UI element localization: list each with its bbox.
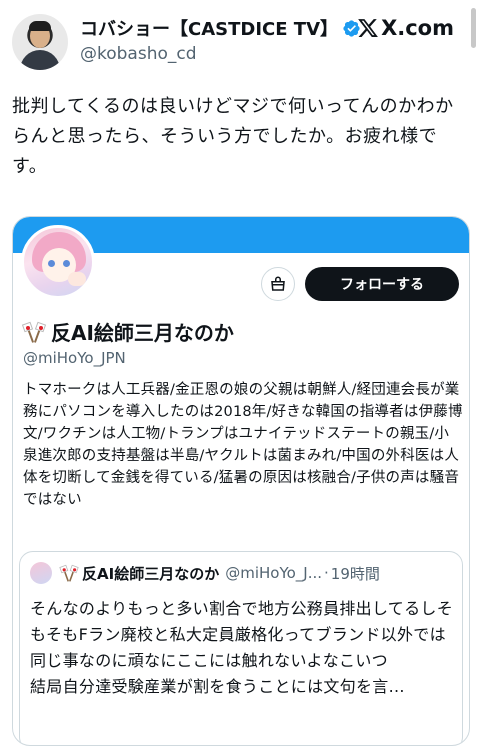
quoted-text: そんなのよりもっと多い割合で地方公務員排出してるしそもそもFラン廃校と私大定員厳… [30, 599, 454, 696]
follow-button[interactable]: フォローする [305, 267, 459, 301]
profile-handle[interactable]: @miHoYo_JPN [23, 349, 126, 367]
profile-name[interactable]: 反AI絵師三月なのか [51, 317, 234, 346]
shop-button[interactable] [261, 267, 295, 301]
japan-flags-icon [21, 321, 47, 343]
profile-name-row: 反AI絵師三月なのか [21, 317, 234, 346]
x-com-label: X.com [381, 16, 454, 40]
author-handle[interactable]: @kobasho_cd [80, 44, 197, 64]
shop-icon [271, 276, 285, 291]
quoted-post[interactable]: 反AI絵師三月なのか @miHoYo_J... · 19時間 そんなのよりもっと… [19, 551, 463, 745]
quoted-post-header: 反AI絵師三月なのか @miHoYo_J... · 19時間 [30, 562, 456, 584]
x-logo-icon [358, 19, 378, 37]
quoted-name[interactable]: 反AI絵師三月なのか [82, 563, 219, 584]
author-avatar[interactable] [12, 14, 68, 70]
x-com-badge[interactable]: X.com [357, 16, 454, 40]
quoted-handle[interactable]: @miHoYo_J... [225, 564, 322, 582]
author-display-name[interactable]: コバショー【CASTDICE TV】 [80, 15, 338, 41]
quoted-avatar[interactable] [30, 562, 52, 584]
profile-card[interactable]: フォローする 反AI絵師三月なのか @miHoYo_JPN トマホークは人工兵器… [12, 216, 470, 746]
author-name-row: コバショー【CASTDICE TV】 [80, 16, 361, 40]
scrollbar[interactable] [471, 8, 476, 48]
quoted-time[interactable]: 19時間 [331, 563, 380, 584]
tweet-text: 批判してくるのは良いけどマジで何いってんのかわからんと思ったら、そういう方でした… [12, 96, 454, 177]
profile-bio: トマホークは人工兵器/金正恩の娘の父親は朝鮮人/経団連会長が業務にパソコンを導入… [23, 382, 463, 508]
profile-avatar[interactable] [21, 225, 95, 299]
japan-flags-icon [59, 564, 79, 582]
quoted-separator: · [324, 564, 329, 582]
tweet-header: コバショー【CASTDICE TV】 @kobasho_cd X.com [12, 12, 468, 70]
